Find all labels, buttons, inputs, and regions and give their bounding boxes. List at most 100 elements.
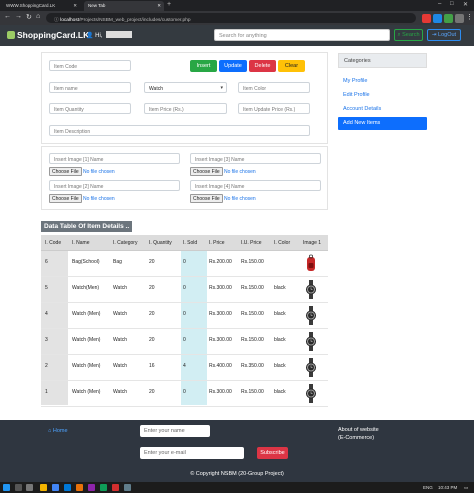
image2-name-input[interactable]: Insert Image [2] Name	[49, 180, 180, 191]
table-row[interactable]: 1 Watch (Men) Watch 20 0 Rs.300.00 Rs.150.00 bl…	[41, 381, 328, 407]
search-button[interactable]: ⌕ Search	[394, 29, 423, 41]
cell-category: Watch	[113, 311, 127, 317]
search-icon[interactable]	[15, 484, 22, 491]
insert-button[interactable]: Insert	[190, 60, 217, 72]
cell-update-price: Rs.150.00	[241, 285, 264, 291]
windows-start-icon[interactable]	[3, 484, 10, 491]
cell-quantity: 20	[149, 337, 155, 343]
logout-button[interactable]: ⇥ LogOut	[427, 29, 461, 41]
image1-file-status: No file chosen	[83, 169, 115, 175]
sidebar-item-edit-profile[interactable]: Edit Profile	[343, 92, 370, 98]
column-header-color: I. Color	[274, 240, 291, 246]
table-row[interactable]: 3 Watch (Men) Watch 20 0 Rs.300.00 Rs.150.00 bl…	[41, 329, 328, 355]
column-header-sold: I. Sold	[183, 240, 198, 246]
table-row[interactable]: 5 Watch(Men) Watch 20 0 Rs.300.00 Rs.150.00 bla…	[41, 277, 328, 303]
item-name-input[interactable]: Item name	[49, 82, 131, 93]
cell-price: Rs.400.00	[209, 363, 232, 369]
image2-choose-file-button[interactable]: Choose File	[49, 194, 82, 203]
sidebar-item-account-details[interactable]: Account Details	[343, 106, 381, 112]
site-footer: ⌂ Home Enter your name Enter your e-mail…	[0, 420, 474, 482]
image3-name-input[interactable]: Insert Image [3] Name	[190, 153, 321, 164]
item-description-input[interactable]: Item Description	[49, 125, 310, 136]
image4-name-input[interactable]: Insert Image [4] Name	[190, 180, 321, 191]
sidebar-item-add-new-items[interactable]: Add New Items	[338, 117, 427, 130]
cell-sold: 0	[183, 285, 186, 291]
browser-tabbar: WWW.ShoppingCard.LK ✕ New Tab ✕ + – □ ✕	[0, 0, 474, 11]
clock[interactable]: 10:43 PM	[438, 485, 457, 490]
chrome-icon[interactable]	[52, 484, 59, 491]
cell-update-price: Rs.150.00	[241, 259, 264, 265]
item-quantity-input[interactable]: Item Quantity	[49, 103, 131, 114]
browser-tab-newtab[interactable]: New Tab ✕	[84, 1, 164, 11]
column-header-name: I. Name	[72, 240, 90, 246]
image1-choose-file-button[interactable]: Choose File	[49, 167, 82, 176]
browser-tab-shoppingcard[interactable]: WWW.ShoppingCard.LK ✕	[2, 1, 80, 11]
minimize-icon[interactable]: –	[438, 1, 441, 7]
backpack-thumbnail[interactable]	[304, 254, 318, 273]
cell-name: Watch(Men)	[72, 285, 100, 291]
back-arrow-icon[interactable]: ←	[4, 13, 11, 20]
watch-thumbnail[interactable]	[304, 332, 318, 351]
home-icon[interactable]: ⌂	[36, 13, 40, 20]
item-price-input[interactable]: Item Price (Rs.)	[144, 103, 227, 114]
brand[interactable]: ShoppingCard.LK	[7, 30, 89, 40]
task-view-icon[interactable]	[26, 484, 33, 491]
table-row[interactable]: 2 Watch (Men) Watch 16 4 Rs.400.00 Rs.350.00 bl…	[41, 355, 328, 381]
footer-about-title: About of website	[338, 427, 379, 433]
column-header-image: Image 1	[303, 240, 322, 246]
footer-copyright: © Copyright NSBM (20-Group Project)	[190, 471, 284, 477]
app-icon[interactable]	[100, 484, 107, 491]
new-tab-plus-icon[interactable]: +	[167, 1, 171, 8]
item-code-input[interactable]: Item Code	[49, 60, 131, 71]
cell-quantity: 20	[149, 389, 155, 395]
language-indicator[interactable]: ENG	[423, 485, 433, 490]
cell-category: Watch	[113, 285, 127, 291]
item-color-input[interactable]: Item Color	[238, 82, 310, 93]
watch-thumbnail[interactable]	[304, 384, 318, 403]
delete-button[interactable]: Delete	[249, 60, 276, 72]
forward-arrow-icon[interactable]: →	[15, 13, 22, 20]
app-icon[interactable]	[76, 484, 83, 491]
image3-choose-file-button[interactable]: Choose File	[190, 167, 223, 176]
tab-close-icon[interactable]: ✕	[157, 3, 161, 9]
tab-close-icon[interactable]: ✕	[73, 3, 77, 9]
search-input[interactable]: Search for anything	[214, 29, 390, 41]
item-update-price-input[interactable]: Item Update Price (Rs.)	[238, 103, 310, 114]
extension-green-icon[interactable]	[444, 13, 453, 23]
watch-thumbnail[interactable]	[304, 358, 318, 377]
cell-color: black	[274, 389, 286, 395]
window-close-icon[interactable]: ✕	[463, 1, 468, 8]
table-row[interactable]: 4 Watch (Men) Watch 20 0 Rs.300.00 Rs.150.00 bl…	[41, 303, 328, 329]
footer-name-input[interactable]: Enter your name	[140, 425, 210, 437]
footer-email-input[interactable]: Enter your e-mail	[140, 447, 244, 459]
table-row[interactable]: 6 Bag(School) Bag 20 0 Rs.200.00 Rs.150.00	[41, 251, 328, 277]
image4-choose-file-button[interactable]: Choose File	[190, 194, 223, 203]
sidebar-item-my-profile[interactable]: My Profile	[343, 78, 367, 84]
site-navbar: ShoppingCard.LK 👤 Hi, Search for anythin…	[0, 25, 474, 46]
cell-name: Watch (Men)	[72, 363, 101, 369]
watch-thumbnail[interactable]	[304, 306, 318, 325]
cell-sold: 4	[183, 363, 186, 369]
footer-home-link[interactable]: ⌂ Home	[48, 428, 68, 434]
notification-icon[interactable]: ▭	[464, 485, 468, 491]
category-select[interactable]: Watch	[144, 82, 227, 93]
brand-name: ShoppingCard.LK	[17, 30, 90, 40]
edge-icon[interactable]	[64, 484, 71, 491]
app-icon[interactable]	[88, 484, 95, 491]
app-icon[interactable]	[124, 484, 131, 491]
reload-icon[interactable]: ↻	[26, 13, 32, 21]
extension-gray-icon[interactable]	[455, 13, 464, 23]
extension-red-icon[interactable]	[422, 13, 431, 23]
app-icon[interactable]	[112, 484, 119, 491]
browser-menu-icon[interactable]: ⋮	[466, 13, 473, 21]
image1-name-input[interactable]: Insert Image [1] Name	[49, 153, 180, 164]
url-bar[interactable]: ⓘ localhost/Projects/NSBM_web_project/in…	[46, 13, 416, 23]
file-explorer-icon[interactable]	[40, 484, 47, 491]
update-button[interactable]: Update	[219, 60, 247, 72]
maximize-icon[interactable]: □	[450, 1, 454, 7]
subscribe-button[interactable]: Subscribe	[257, 447, 288, 459]
extension-blue-icon[interactable]	[433, 13, 442, 23]
clear-button[interactable]: Clear	[278, 60, 305, 72]
cell-category: Bag	[113, 259, 122, 265]
watch-thumbnail[interactable]	[304, 280, 318, 299]
